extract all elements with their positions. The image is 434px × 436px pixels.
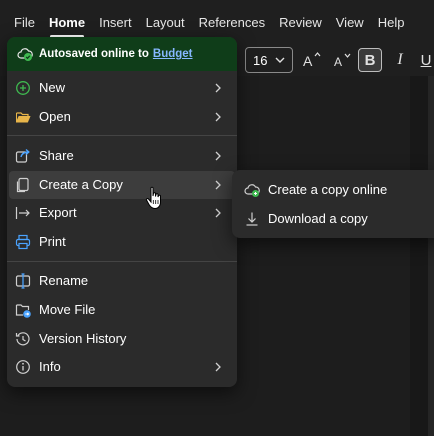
menu-item-label: New (39, 80, 66, 95)
hand-pointer-cursor-icon (145, 186, 161, 210)
submenu-item-label: Download a copy (268, 211, 368, 226)
autosave-banner: Autosaved online to Budget (7, 37, 237, 71)
menu-item-label: Create a Copy (39, 177, 123, 192)
chevron-right-icon (215, 151, 221, 161)
svg-text:A: A (303, 53, 313, 69)
menu-item-rename[interactable]: Rename (9, 267, 235, 295)
cloud-copy-icon (244, 184, 260, 197)
menu-item-label: Print (39, 234, 66, 249)
new-icon (16, 81, 30, 95)
svg-text:A: A (334, 55, 342, 69)
submenu-item-download-copy[interactable]: Download a copy (236, 205, 434, 233)
autosave-text: Autosaved online to (39, 48, 149, 60)
move-file-icon (15, 304, 31, 318)
autosave-location-link[interactable]: Budget (153, 48, 193, 60)
submenu-item-label: Create a copy online (268, 182, 388, 197)
chevron-right-icon (215, 83, 221, 93)
share-icon (15, 148, 30, 163)
menu-item-label: Info (39, 359, 61, 374)
menu-divider (7, 261, 237, 262)
create-copy-submenu: Create a copy online Download a copy (232, 170, 434, 238)
chevron-down-icon (275, 57, 285, 63)
submenu-item-create-copy-online[interactable]: Create a copy online (236, 176, 434, 204)
font-size-value: 16 (253, 52, 268, 68)
export-icon (15, 207, 30, 219)
bold-button[interactable]: B (358, 48, 382, 72)
chevron-right-icon (215, 180, 221, 190)
info-icon (16, 360, 30, 374)
tab-view[interactable]: View (329, 0, 371, 44)
chevron-right-icon (215, 112, 221, 122)
tab-review[interactable]: Review (272, 0, 329, 44)
menu-divider (7, 135, 237, 136)
menu-item-label: Move File (39, 302, 96, 317)
chevron-right-icon (215, 208, 221, 218)
download-icon (246, 212, 258, 226)
history-icon (15, 332, 30, 346)
print-icon (15, 234, 31, 250)
folder-open-icon (16, 112, 31, 123)
menu-item-label: Open (39, 109, 71, 124)
cloud-check-icon (17, 48, 33, 61)
menu-item-label: Export (39, 205, 77, 220)
chevron-right-icon (215, 362, 221, 372)
file-menu: Autosaved online to Budget New Open Shar… (7, 37, 237, 387)
menu-item-export[interactable]: Export (9, 199, 235, 227)
menu-item-share[interactable]: Share (9, 142, 235, 170)
italic-button[interactable]: I (388, 48, 412, 72)
menu-item-label: Share (39, 148, 74, 163)
menu-item-create-a-copy[interactable]: Create a Copy (9, 171, 235, 199)
menu-item-info[interactable]: Info (9, 353, 235, 381)
menu-item-new[interactable]: New (9, 74, 235, 102)
tab-help[interactable]: Help (371, 0, 412, 44)
copy-icon (16, 177, 29, 193)
font-size-dropdown[interactable]: 16 (245, 47, 293, 73)
shrink-font-icon[interactable]: A (330, 48, 354, 72)
menu-item-print[interactable]: Print (9, 228, 235, 256)
menu-item-label: Version History (39, 331, 127, 346)
menu-item-open[interactable]: Open (9, 103, 235, 131)
menu-item-move-file[interactable]: Move File (9, 296, 235, 324)
vertical-scrollbar[interactable] (428, 76, 434, 436)
grow-font-icon[interactable]: A (300, 48, 324, 72)
underline-button[interactable]: U (414, 48, 434, 72)
rename-icon (15, 273, 31, 289)
menu-item-version-history[interactable]: Version History (9, 325, 235, 353)
menu-item-label: Rename (39, 273, 89, 288)
